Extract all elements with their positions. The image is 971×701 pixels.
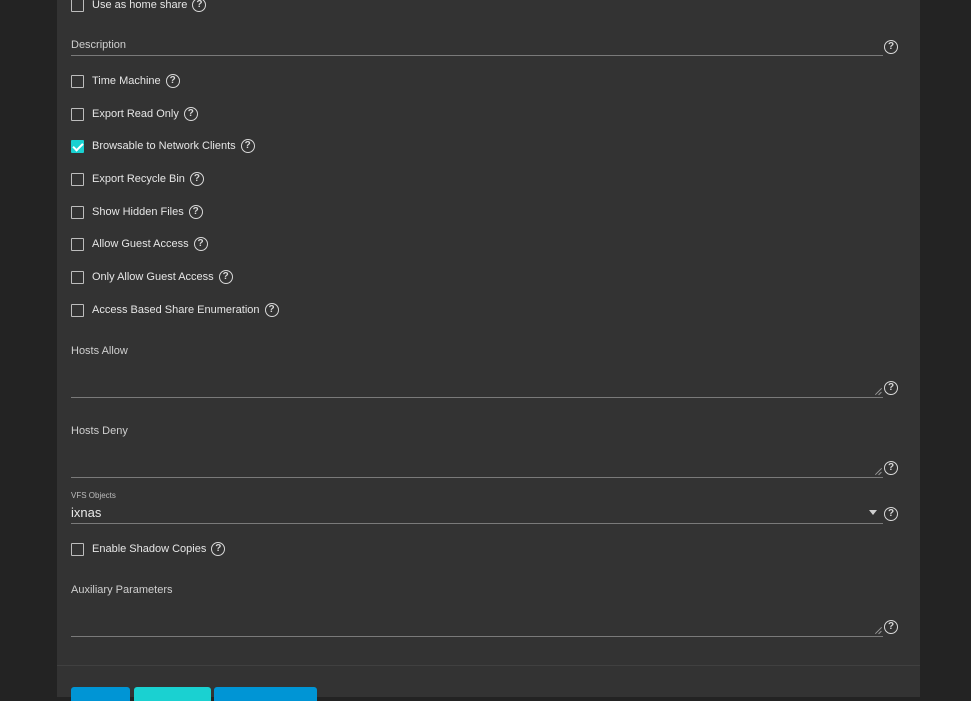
checkbox-box[interactable]	[71, 0, 84, 12]
checkbox-show-hidden-files[interactable]: Show Hidden Files ?	[71, 204, 203, 220]
checkbox-access-based-share-enumeration[interactable]: Access Based Share Enumeration ?	[71, 302, 279, 318]
checkbox-label: Enable Shadow Copies	[92, 543, 207, 555]
vfs-objects-select[interactable]	[71, 523, 883, 524]
cancel-button[interactable]	[134, 687, 211, 701]
help-icon[interactable]: ?	[211, 542, 226, 556]
checkbox-time-machine[interactable]: Time Machine ?	[71, 73, 180, 89]
auxiliary-parameters-textarea[interactable]	[71, 636, 883, 637]
vfs-objects-label: VFS Objects	[71, 491, 116, 500]
checkbox-export-read-only[interactable]: Export Read Only ?	[71, 106, 198, 122]
checkbox-box[interactable]	[71, 270, 84, 284]
checkbox-enable-shadow-copies[interactable]: Enable Shadow Copies ?	[71, 541, 226, 557]
help-icon[interactable]: ?	[884, 620, 898, 634]
help-icon[interactable]: ?	[183, 107, 198, 121]
checkbox-label: Show Hidden Files	[92, 206, 184, 218]
checkbox-label: Export Recycle Bin	[92, 173, 185, 185]
help-icon[interactable]: ?	[884, 40, 898, 54]
description-input[interactable]	[71, 55, 883, 56]
checkbox-label: Access Based Share Enumeration	[92, 304, 260, 316]
checkbox-label: Time Machine	[92, 75, 161, 87]
checkbox-use-as-home-share[interactable]: Use as home share ?	[71, 0, 207, 13]
advanced-mode-button[interactable]	[214, 687, 317, 701]
resize-handle-icon[interactable]	[875, 627, 882, 634]
hosts-deny-label: Hosts Deny	[71, 425, 128, 437]
checkbox-box[interactable]	[71, 303, 84, 317]
auxiliary-parameters-label: Auxiliary Parameters	[71, 584, 173, 596]
help-icon[interactable]: ?	[240, 139, 255, 153]
checkbox-box[interactable]	[71, 74, 84, 88]
description-label: Description	[71, 39, 127, 51]
help-icon[interactable]: ?	[218, 270, 233, 284]
checkbox-label: Allow Guest Access	[92, 238, 189, 250]
help-icon[interactable]: ?	[884, 507, 898, 521]
resize-handle-icon[interactable]	[875, 468, 882, 475]
checkbox-only-allow-guest-access[interactable]: Only Allow Guest Access ?	[71, 269, 233, 285]
vfs-objects-select-value[interactable]: ixnas	[71, 505, 101, 520]
checkbox-box[interactable]	[71, 205, 84, 219]
share-form-panel: Use as home share ? Description ? Time M…	[57, 0, 920, 701]
checkbox-export-recycle-bin[interactable]: Export Recycle Bin ?	[71, 171, 204, 187]
hosts-deny-textarea[interactable]	[71, 477, 883, 478]
help-icon[interactable]: ?	[189, 172, 204, 186]
checkbox-allow-guest-access[interactable]: Allow Guest Access ?	[71, 236, 208, 252]
caret-down-icon[interactable]	[869, 510, 877, 515]
checkbox-label: Browsable to Network Clients	[92, 140, 236, 152]
checkbox-box[interactable]	[71, 172, 84, 186]
help-icon[interactable]: ?	[165, 74, 180, 88]
hosts-allow-label: Hosts Allow	[71, 345, 128, 357]
footer-divider	[57, 665, 920, 666]
checkbox-box[interactable]	[71, 237, 84, 251]
help-icon[interactable]: ?	[884, 461, 898, 475]
help-icon[interactable]: ?	[264, 303, 279, 317]
checkbox-label: Only Allow Guest Access	[92, 271, 214, 283]
help-icon[interactable]: ?	[188, 205, 203, 219]
checkbox-box[interactable]	[71, 107, 84, 121]
save-button[interactable]	[71, 687, 130, 701]
help-icon[interactable]: ?	[884, 381, 898, 395]
hosts-allow-textarea[interactable]	[71, 397, 883, 398]
checkbox-browsable-to-network-clients[interactable]: Browsable to Network Clients ?	[71, 138, 255, 154]
resize-handle-icon[interactable]	[875, 388, 882, 395]
checkbox-label: Use as home share	[92, 0, 188, 11]
checkbox-box[interactable]	[71, 542, 84, 556]
checkbox-label: Export Read Only	[92, 108, 179, 120]
checkbox-box-checked[interactable]	[71, 139, 84, 153]
help-icon[interactable]: ?	[193, 237, 208, 251]
help-icon[interactable]: ?	[192, 0, 207, 12]
